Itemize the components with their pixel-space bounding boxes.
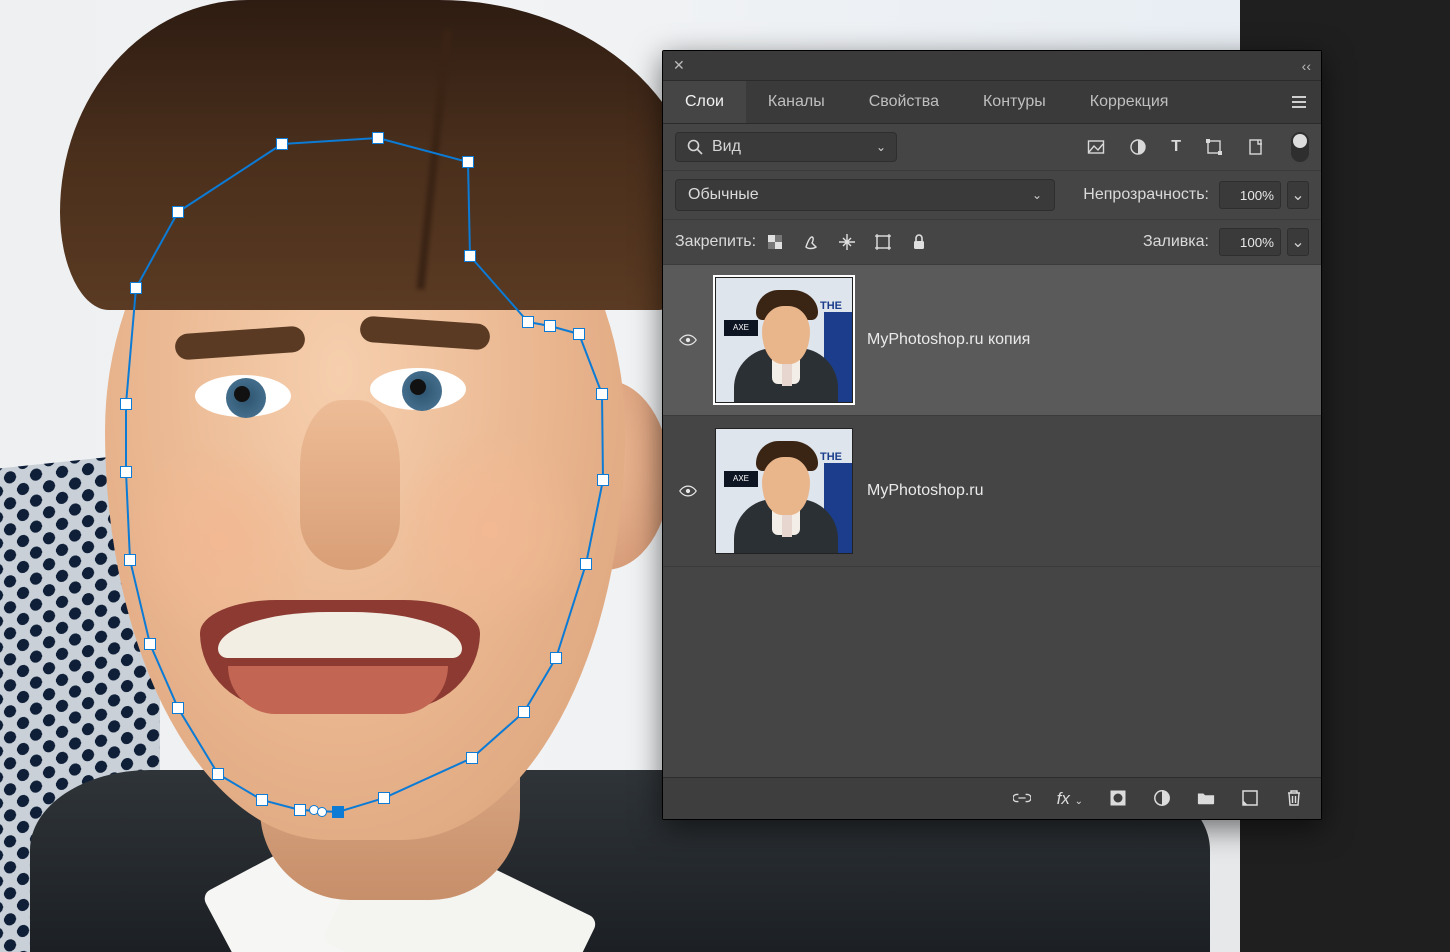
fill-stepper[interactable]: ⌄ xyxy=(1287,228,1309,256)
search-icon xyxy=(686,138,704,156)
layer-kind-label: Вид xyxy=(712,138,741,156)
path-anchor[interactable] xyxy=(462,156,474,168)
path-anchor[interactable] xyxy=(130,282,142,294)
path-anchor[interactable] xyxy=(120,466,132,478)
path-anchor[interactable] xyxy=(550,652,562,664)
path-anchor[interactable] xyxy=(518,706,530,718)
layers-list: THEAXE MyPhotoshop.ru копия THEAXE MyPhotos… xyxy=(663,265,1321,567)
group-icon[interactable] xyxy=(1197,789,1215,807)
path-anchor[interactable] xyxy=(294,804,306,816)
path-anchor[interactable] xyxy=(544,320,556,332)
layer-kind-select[interactable]: Вид ⌄ xyxy=(675,132,897,162)
panel-footer: fx ⌄ xyxy=(663,777,1321,819)
path-anchor[interactable] xyxy=(580,558,592,570)
path-anchor[interactable] xyxy=(372,132,384,144)
visibility-toggle[interactable] xyxy=(675,331,701,349)
path-anchor[interactable] xyxy=(124,554,136,566)
panel-tabs: СлоиКаналыСвойстваКонтурыКоррекция xyxy=(663,81,1321,124)
opacity-input[interactable] xyxy=(1219,181,1281,209)
path-anchor[interactable] xyxy=(120,398,132,410)
layer-row[interactable]: THEAXE MyPhotoshop.ru xyxy=(663,416,1321,567)
lock-label: Закрепить: xyxy=(675,233,756,251)
path-anchor[interactable] xyxy=(378,792,390,804)
path-anchor[interactable] xyxy=(522,316,534,328)
new-layer-icon[interactable] xyxy=(1241,789,1259,807)
panel-menu-button[interactable] xyxy=(1277,81,1321,123)
fill-label: Заливка: xyxy=(1143,233,1209,251)
image-filter-icon[interactable] xyxy=(1087,138,1105,156)
path-segment-point[interactable] xyxy=(317,807,327,817)
layer-thumbnail: THEAXE xyxy=(715,277,853,403)
trash-icon[interactable] xyxy=(1285,789,1303,807)
link-icon[interactable] xyxy=(1013,789,1031,807)
tab-слои[interactable]: Слои xyxy=(663,81,746,123)
chevron-down-icon: ⌄ xyxy=(1032,188,1042,202)
lock-position-icon[interactable] xyxy=(838,233,856,251)
tab-каналы[interactable]: Каналы xyxy=(746,81,847,123)
blend-mode-select[interactable]: Обычные ⌄ xyxy=(675,179,1055,211)
layer-name: MyPhotoshop.ru xyxy=(867,482,984,500)
tab-контуры[interactable]: Контуры xyxy=(961,81,1068,123)
mask-icon[interactable] xyxy=(1109,789,1127,807)
adjust-filter-icon[interactable] xyxy=(1129,138,1147,156)
path-anchor[interactable] xyxy=(212,768,224,780)
shape-filter-icon[interactable] xyxy=(1205,138,1223,156)
layer-row[interactable]: THEAXE MyPhotoshop.ru копия xyxy=(663,265,1321,416)
fill-input[interactable] xyxy=(1219,228,1281,256)
type-filter-icon[interactable]: T xyxy=(1171,138,1181,156)
path-anchor[interactable] xyxy=(332,806,344,818)
layer-name: MyPhotoshop.ru копия xyxy=(867,331,1030,349)
path-anchor[interactable] xyxy=(596,388,608,400)
path-anchor[interactable] xyxy=(172,702,184,714)
collapse-icon[interactable]: ‹‹ xyxy=(1302,58,1311,74)
path-anchor[interactable] xyxy=(464,250,476,262)
path-anchor[interactable] xyxy=(276,138,288,150)
visibility-toggle[interactable] xyxy=(675,482,701,500)
path-anchor[interactable] xyxy=(466,752,478,764)
adjustment-icon[interactable] xyxy=(1153,789,1171,807)
opacity-stepper[interactable]: ⌄ xyxy=(1287,181,1309,209)
layers-panel: ✕ ‹‹ СлоиКаналыСвойстваКонтурыКоррекция … xyxy=(662,50,1322,820)
path-anchor[interactable] xyxy=(144,638,156,650)
smart-filter-icon[interactable] xyxy=(1247,138,1265,156)
tab-свойства[interactable]: Свойства xyxy=(847,81,961,123)
fx-icon[interactable]: fx ⌄ xyxy=(1057,789,1083,809)
lock-paint-icon[interactable] xyxy=(802,233,820,251)
blend-mode-value: Обычные xyxy=(688,186,759,204)
filter-toggle[interactable] xyxy=(1291,132,1309,162)
path-anchor[interactable] xyxy=(256,794,268,806)
chevron-down-icon: ⌄ xyxy=(876,140,886,154)
lock-transparency-icon[interactable] xyxy=(766,233,784,251)
layer-thumbnail: THEAXE xyxy=(715,428,853,554)
path-anchor[interactable] xyxy=(172,206,184,218)
tab-коррекция[interactable]: Коррекция xyxy=(1068,81,1191,123)
close-icon[interactable]: ✕ xyxy=(673,57,685,74)
lock-all-icon[interactable] xyxy=(910,233,928,251)
opacity-label: Непрозрачность: xyxy=(1083,186,1209,204)
path-anchor[interactable] xyxy=(597,474,609,486)
lock-artboard-icon[interactable] xyxy=(874,233,892,251)
path-anchor[interactable] xyxy=(573,328,585,340)
